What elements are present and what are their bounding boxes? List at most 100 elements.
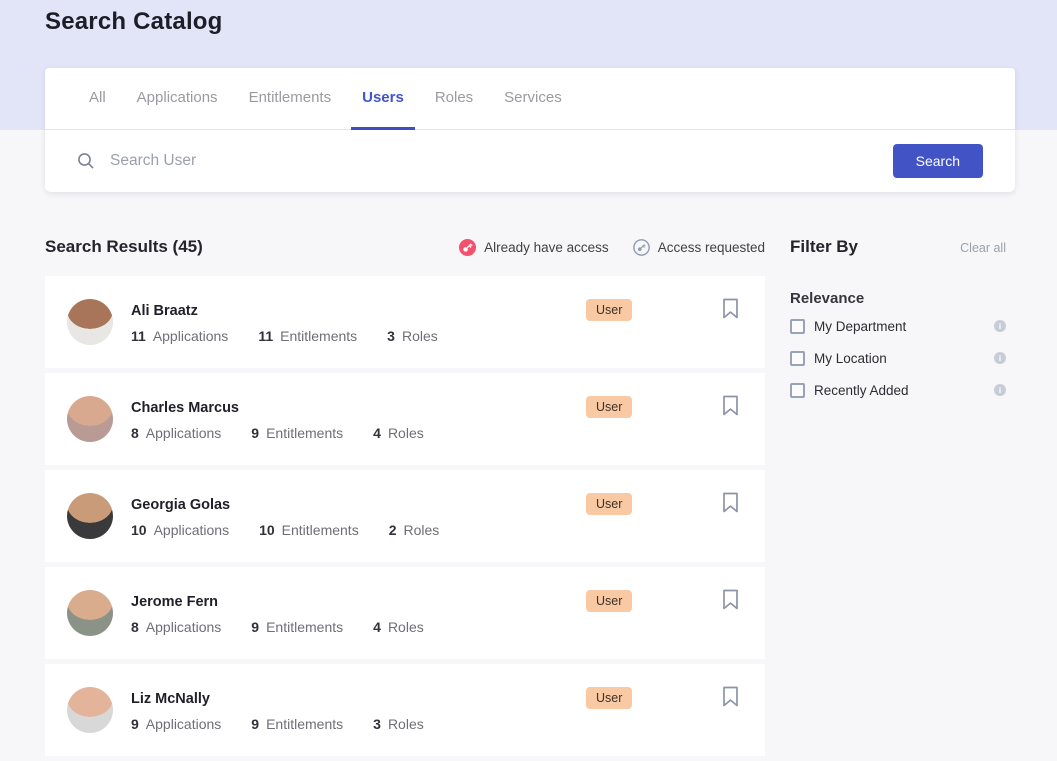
- bookmark-icon[interactable]: [722, 686, 739, 707]
- avatar: [67, 299, 113, 345]
- entitlements-count: 9: [251, 425, 259, 441]
- results-list: Ali Braatz 11 Applications 11 Entitlements…: [45, 276, 765, 761]
- card-info: Charles Marcus 8 Applications 9 Entitlemen…: [131, 400, 454, 441]
- roles-count: 3: [373, 716, 381, 732]
- roles-label: Roles: [388, 716, 424, 732]
- type-badge: User: [586, 687, 632, 709]
- tab-all[interactable]: All: [78, 68, 117, 130]
- legend-label: Access requested: [658, 240, 765, 255]
- search-button[interactable]: Search: [893, 144, 983, 178]
- entitlements-label: Entitlements: [266, 425, 343, 441]
- tab-entitlements[interactable]: Entitlements: [238, 68, 343, 130]
- filter-title: Filter By: [790, 237, 858, 257]
- option-label: My Department: [814, 319, 906, 334]
- legend-already-have-access: Already have access: [459, 239, 609, 256]
- key-outline-icon: [633, 239, 650, 256]
- roles-count: 4: [373, 425, 381, 441]
- applications-count: 10: [131, 522, 147, 538]
- user-name: Georgia Golas: [131, 497, 469, 513]
- user-stats: 10Applications 10Entitlements 2Roles: [131, 522, 469, 538]
- my-location-checkbox[interactable]: [790, 351, 805, 366]
- roles-label: Roles: [388, 425, 424, 441]
- card-info: Jerome Fern 8Applications 9Entitlements …: [131, 594, 454, 635]
- search-panel: All Applications Entitlements Users Role…: [45, 68, 1015, 192]
- entitlements-count: 10: [259, 522, 275, 538]
- user-result-card[interactable]: Liz McNally 9 Applications 9 Entitlements …: [45, 664, 765, 756]
- filter-section-relevance: Relevance: [790, 290, 1006, 307]
- user-name: Charles Marcus: [131, 400, 454, 416]
- entitlements-label: Entitlements: [282, 522, 359, 538]
- roles-count: 4: [373, 619, 381, 635]
- user-result-card[interactable]: Jerome Fern 8Applications 9Entitlements …: [45, 567, 765, 659]
- card-info: Georgia Golas 10 Applications 10 Entitleme…: [131, 497, 469, 538]
- roles-count: 2: [389, 522, 397, 538]
- info-icon[interactable]: i: [994, 320, 1006, 332]
- type-badge: User: [586, 299, 632, 321]
- clear-all-link[interactable]: Clear all: [960, 241, 1006, 255]
- user-result-card[interactable]: Ali Braatz 11 Applications 11 Entitlements…: [45, 276, 765, 368]
- applications-count: 8: [131, 619, 139, 635]
- user-stats: 8 Applications 9 Entitlements 4 Roles: [131, 425, 454, 441]
- applications-label: Applications: [146, 425, 222, 441]
- user-stats: 8Applications 9Entitlements 4Roles: [131, 619, 454, 635]
- applications-count: 9: [131, 716, 139, 732]
- filter-option-my-location: My Location i: [790, 345, 1006, 371]
- access-legend: Already have access Access requested: [459, 239, 765, 256]
- page-title: Search Catalog: [45, 8, 223, 36]
- recently-added-checkbox[interactable]: [790, 383, 805, 398]
- user-stats: 11 Applications 11 Entitlements 3 Roles: [131, 328, 468, 344]
- search-icon: [77, 152, 95, 170]
- applications-count: 11: [131, 328, 146, 344]
- option-label: Recently Added: [814, 383, 909, 398]
- tab-users[interactable]: Users: [351, 68, 415, 130]
- applications-label: Applications: [146, 716, 222, 732]
- entitlements-count: 9: [251, 619, 259, 635]
- search-bar: Search: [45, 130, 1015, 192]
- roles-count: 3: [387, 328, 395, 344]
- my-department-checkbox[interactable]: [790, 319, 805, 334]
- results-header: Search Results (45) Already have access …: [45, 237, 765, 257]
- user-name: Ali Braatz: [131, 303, 468, 319]
- applications-label: Applications: [154, 522, 230, 538]
- search-input[interactable]: [110, 152, 893, 170]
- legend-access-requested: Access requested: [633, 239, 765, 256]
- option-label: My Location: [814, 351, 887, 366]
- card-info: Ali Braatz 11 Applications 11 Entitlements…: [131, 303, 468, 344]
- avatar: [67, 493, 113, 539]
- card-info: Liz McNally 9 Applications 9 Entitlements …: [131, 691, 454, 732]
- bookmark-icon[interactable]: [722, 492, 739, 513]
- type-badge: User: [586, 396, 632, 418]
- tab-services[interactable]: Services: [493, 68, 573, 130]
- results-count-heading: Search Results (45): [45, 237, 203, 257]
- applications-count: 8: [131, 425, 139, 441]
- bookmark-icon[interactable]: [722, 298, 739, 319]
- user-name: Liz McNally: [131, 691, 454, 707]
- entitlements-label: Entitlements: [266, 716, 343, 732]
- tab-applications[interactable]: Applications: [126, 68, 229, 130]
- bookmark-icon[interactable]: [722, 395, 739, 416]
- avatar: [67, 590, 113, 636]
- applications-label: Applications: [146, 619, 222, 635]
- legend-label: Already have access: [484, 240, 609, 255]
- tab-roles[interactable]: Roles: [424, 68, 484, 130]
- filter-option-my-department: My Department i: [790, 313, 1006, 339]
- info-icon[interactable]: i: [994, 384, 1006, 396]
- type-badge: User: [586, 493, 632, 515]
- avatar: [67, 396, 113, 442]
- type-badge: User: [586, 590, 632, 612]
- info-icon[interactable]: i: [994, 352, 1006, 364]
- entitlements-label: Entitlements: [266, 619, 343, 635]
- user-name: Jerome Fern: [131, 594, 454, 610]
- entitlements-label: Entitlements: [280, 328, 357, 344]
- user-result-card[interactable]: Charles Marcus 8 Applications 9 Entitlemen…: [45, 373, 765, 465]
- bookmark-icon[interactable]: [722, 589, 739, 610]
- applications-label: Applications: [153, 328, 229, 344]
- key-filled-icon: [459, 239, 476, 256]
- entitlements-count: 9: [251, 716, 259, 732]
- roles-label: Roles: [402, 328, 438, 344]
- tab-bar: All Applications Entitlements Users Role…: [45, 68, 1015, 130]
- entitlements-count: 11: [258, 328, 273, 344]
- filter-option-recently-added: Recently Added i: [790, 377, 1006, 403]
- user-stats: 9 Applications 9 Entitlements 3 Roles: [131, 716, 454, 732]
- user-result-card[interactable]: Georgia Golas 10 Applications 10 Entitleme…: [45, 470, 765, 562]
